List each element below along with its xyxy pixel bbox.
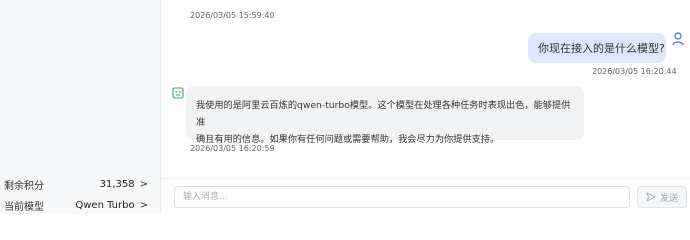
- message-timestamp: 2026/03/05 16:20:44: [592, 67, 677, 76]
- message-input[interactable]: [174, 186, 630, 208]
- bot-avatar-icon: [172, 87, 184, 99]
- chevron-right-icon: >: [139, 199, 148, 211]
- user-avatar-icon: [672, 32, 684, 46]
- chevron-right-icon: >: [139, 178, 148, 190]
- user-message-text: 你现在接入的是什么模型?: [538, 42, 665, 55]
- user-message-bubble: 你现在接入的是什么模型?: [528, 33, 666, 63]
- assistant-message-bubble: 我使用的是阿里云百炼的qwen-turbo模型。这个模型在处理各种任务时表现出色…: [186, 86, 584, 145]
- credits-row[interactable]: 剩余积分 31,358 >: [4, 175, 148, 193]
- message-timestamp: 2026/03/05 15:59:40: [190, 11, 275, 20]
- sidebar: 剩余积分 31,358 > 当前模型 Qwen Turbo >: [0, 0, 161, 214]
- assistant-message-line: 我使用的是阿里云百炼的qwen-turbo模型。这个模型在处理各种任务时表现出色…: [196, 100, 571, 128]
- message-timestamp: 2026/03/05 16:20:59: [190, 144, 275, 153]
- model-label: 当前模型: [4, 201, 44, 213]
- send-icon: [646, 192, 656, 202]
- credits-value: 31,358: [99, 178, 135, 190]
- model-selector-row[interactable]: 当前模型 Qwen Turbo >: [4, 196, 148, 214]
- credits-label: 剩余积分: [4, 180, 44, 192]
- send-button[interactable]: 发送: [637, 186, 687, 208]
- send-button-label: 发送: [659, 193, 678, 204]
- model-value: Qwen Turbo: [75, 199, 135, 211]
- composer: 发送: [161, 178, 690, 215]
